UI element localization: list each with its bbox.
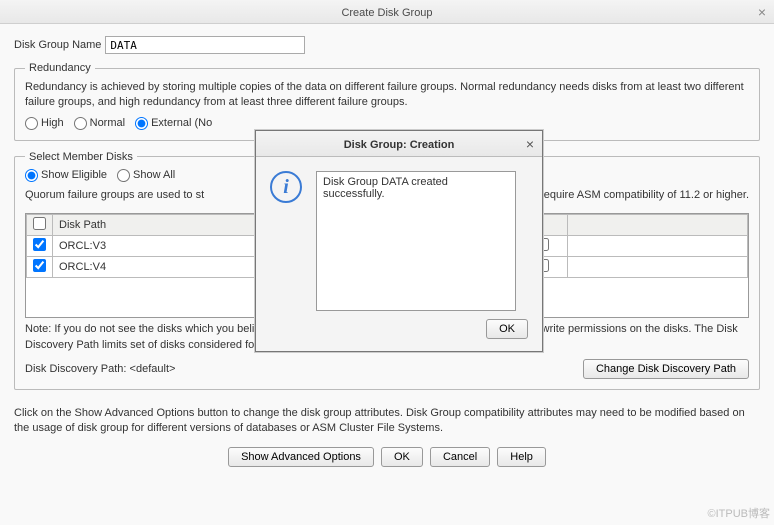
- redundancy-normal[interactable]: Normal: [74, 117, 125, 130]
- modal-close-icon[interactable]: ×: [526, 131, 534, 157]
- show-all-radio[interactable]: [117, 169, 130, 182]
- redundancy-high-radio[interactable]: [25, 117, 38, 130]
- discovery-row: Disk Discovery Path: <default> Change Di…: [25, 359, 749, 379]
- modal-body: i Disk Group DATA created successfully.: [256, 157, 542, 319]
- footer-note: Click on the Show Advanced Options butto…: [0, 400, 774, 437]
- ok-button[interactable]: OK: [381, 447, 423, 467]
- redundancy-high-label: High: [41, 117, 64, 129]
- disks-header-blank: [568, 215, 748, 236]
- redundancy-radios: High Normal External (No: [25, 117, 749, 130]
- watermark: ©ITPUB博客: [708, 505, 771, 521]
- redundancy-fieldset: Redundancy Redundancy is achieved by sto…: [14, 62, 760, 141]
- redundancy-high[interactable]: High: [25, 117, 64, 130]
- disks-header-checkbox-cell: [27, 215, 53, 236]
- member-disks-legend: Select Member Disks: [25, 151, 137, 163]
- row0-checkbox[interactable]: [33, 238, 46, 251]
- redundancy-normal-label: Normal: [90, 117, 125, 129]
- cancel-button[interactable]: Cancel: [430, 447, 490, 467]
- redundancy-normal-radio[interactable]: [74, 117, 87, 130]
- window-title: Create Disk Group: [341, 7, 432, 19]
- show-all[interactable]: Show All: [117, 169, 175, 182]
- change-discovery-path-button[interactable]: Change Disk Discovery Path: [583, 359, 749, 379]
- discovery-path-text: Disk Discovery Path: <default>: [25, 363, 175, 375]
- disk-group-name-row: Disk Group Name: [14, 36, 760, 54]
- footer-buttons: Show Advanced Options OK Cancel Help: [0, 437, 774, 477]
- redundancy-description: Redundancy is achieved by storing multip…: [25, 80, 749, 111]
- redundancy-external-label: External (No: [151, 117, 212, 129]
- info-icon: i: [270, 171, 302, 203]
- modal-message: Disk Group DATA created successfully.: [316, 171, 516, 311]
- redundancy-external-radio[interactable]: [135, 117, 148, 130]
- help-button[interactable]: Help: [497, 447, 546, 467]
- show-eligible-radio[interactable]: [25, 169, 38, 182]
- discovery-path-label: Disk Discovery Path:: [25, 363, 126, 375]
- discovery-path-value: <default>: [130, 363, 176, 375]
- window-titlebar: Create Disk Group ×: [0, 0, 774, 24]
- show-all-label: Show All: [133, 169, 175, 181]
- modal-title: Disk Group: Creation: [344, 139, 455, 151]
- show-eligible[interactable]: Show Eligible: [25, 169, 107, 182]
- show-advanced-button[interactable]: Show Advanced Options: [228, 447, 374, 467]
- creation-modal: Disk Group: Creation × i Disk Group DATA…: [255, 130, 543, 352]
- redundancy-legend: Redundancy: [25, 62, 95, 74]
- quorum-note-left: Quorum failure groups are used to st: [25, 188, 204, 203]
- disks-header-checkbox[interactable]: [33, 217, 46, 230]
- disk-group-name-input[interactable]: [105, 36, 305, 54]
- row1-checkbox[interactable]: [33, 259, 46, 272]
- modal-titlebar: Disk Group: Creation ×: [256, 131, 542, 157]
- show-eligible-label: Show Eligible: [41, 169, 107, 181]
- redundancy-external[interactable]: External (No: [135, 117, 212, 130]
- modal-ok-button[interactable]: OK: [486, 319, 528, 339]
- window-close-icon[interactable]: ×: [758, 0, 766, 24]
- disk-group-name-label: Disk Group Name: [14, 39, 101, 51]
- modal-buttons: OK: [256, 319, 542, 351]
